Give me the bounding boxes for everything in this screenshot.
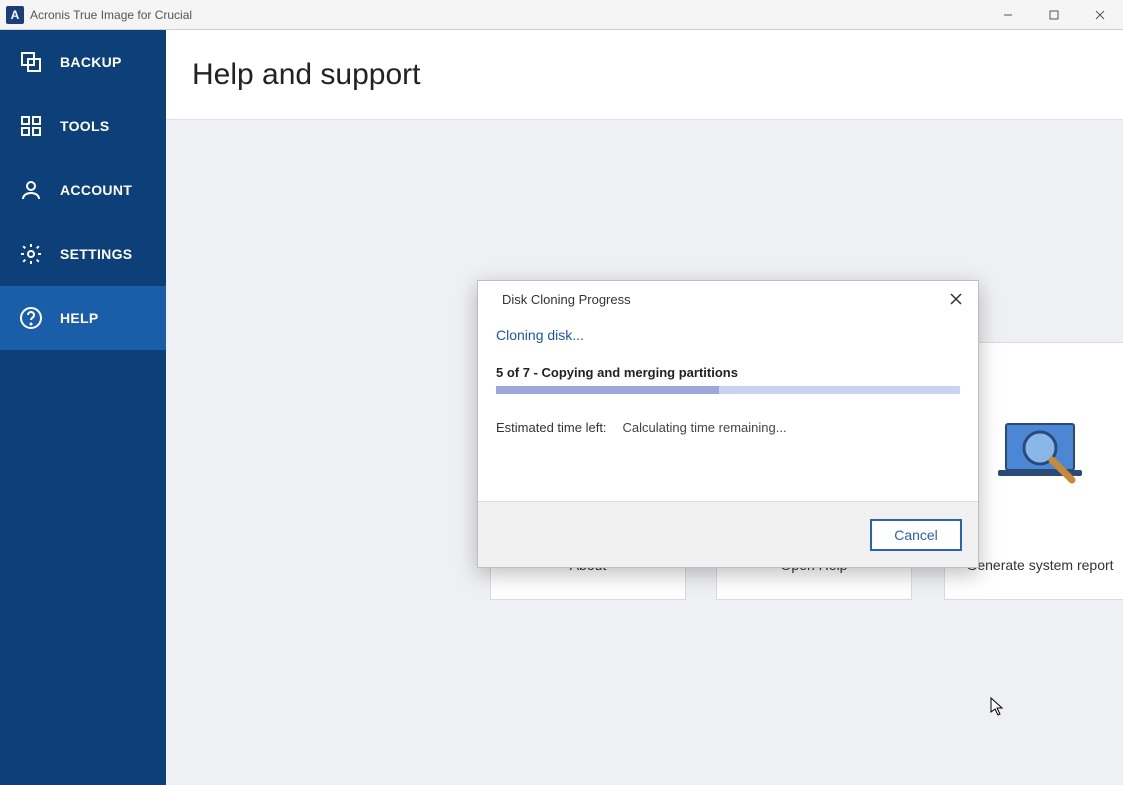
app-icon: A <box>6 6 24 24</box>
window-close-button[interactable] <box>1077 0 1123 30</box>
sidebar-item-label: BACKUP <box>60 54 122 70</box>
mouse-cursor-icon <box>990 697 1006 722</box>
sidebar-item-tools[interactable]: TOOLS <box>0 94 166 158</box>
progress-fill <box>496 386 719 394</box>
settings-icon <box>18 241 44 267</box>
dialog-close-button[interactable] <box>944 287 968 311</box>
sidebar-item-help[interactable]: HELP <box>0 286 166 350</box>
window-titlebar: A Acronis True Image for Crucial <box>0 0 1123 30</box>
sidebar-item-label: TOOLS <box>60 118 109 134</box>
main-area: Help and support About Open Help Generat… <box>166 30 1123 785</box>
dialog-title: Disk Cloning Progress <box>502 292 631 307</box>
dialog-step-text: 5 of 7 - Copying and merging partitions <box>496 365 960 380</box>
help-icon <box>18 305 44 331</box>
disk-cloning-progress-dialog: Disk Cloning Progress Cloning disk... 5 … <box>477 280 979 568</box>
progress-bar <box>496 386 960 394</box>
estimated-time-label: Estimated time left: <box>496 420 607 435</box>
app-title: Acronis True Image for Crucial <box>30 8 192 22</box>
backup-icon <box>18 49 44 75</box>
page-title: Help and support <box>192 58 421 92</box>
tools-icon <box>18 113 44 139</box>
sidebar-item-label: SETTINGS <box>60 246 132 262</box>
sidebar: BACKUP TOOLS ACCOUNT SETTINGS HELP <box>0 30 166 785</box>
sidebar-item-backup[interactable]: BACKUP <box>0 30 166 94</box>
account-icon <box>18 177 44 203</box>
window-maximize-button[interactable] <box>1031 0 1077 30</box>
dialog-status-line: Cloning disk... <box>496 327 960 343</box>
cancel-button[interactable]: Cancel <box>870 519 962 551</box>
card-system-report-label: Generate system report <box>966 557 1113 573</box>
window-minimize-button[interactable] <box>985 0 1031 30</box>
sidebar-item-label: ACCOUNT <box>60 182 132 198</box>
sidebar-item-account[interactable]: ACCOUNT <box>0 158 166 222</box>
page-header: Help and support <box>166 30 1123 120</box>
sidebar-item-label: HELP <box>60 310 99 326</box>
sidebar-item-settings[interactable]: SETTINGS <box>0 222 166 286</box>
magnifier-laptop-icon <box>990 343 1090 557</box>
estimated-time-value: Calculating time remaining... <box>623 420 787 435</box>
